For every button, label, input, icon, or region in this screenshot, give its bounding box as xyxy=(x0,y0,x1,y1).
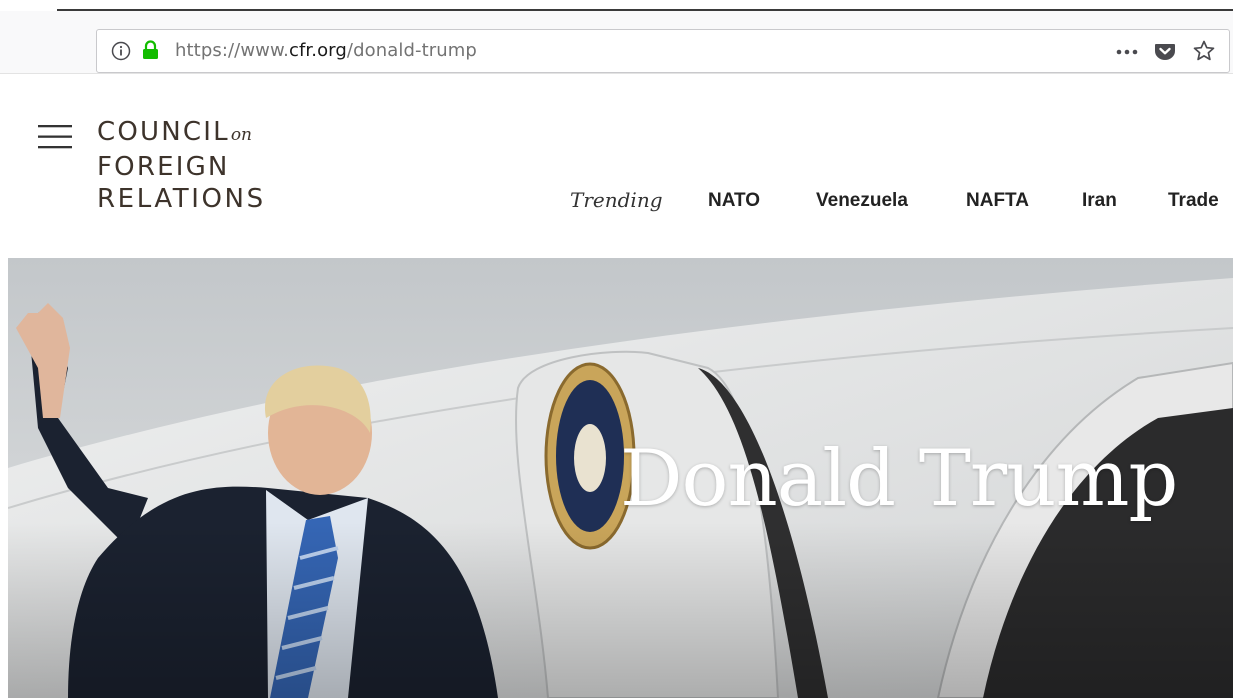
nav-link-trade[interactable]: Trade xyxy=(1168,190,1219,212)
browser-toolbar: https://www.cfr.org/donald-trump xyxy=(0,11,1233,74)
url-text[interactable]: https://www.cfr.org/donald-trump xyxy=(175,40,477,61)
hero-title: Donald Trump xyxy=(620,434,1178,524)
cfr-logo[interactable]: COUNCILon FOREIGN RELATIONS xyxy=(97,116,266,215)
address-bar[interactable]: https://www.cfr.org/donald-trump xyxy=(96,29,1230,73)
pocket-icon[interactable] xyxy=(1154,40,1176,62)
logo-line-relations: RELATIONS xyxy=(97,184,266,214)
info-icon[interactable] xyxy=(111,41,131,61)
hero-banner: Donald Trump xyxy=(8,258,1233,698)
more-icon[interactable] xyxy=(1114,42,1140,60)
lock-icon[interactable] xyxy=(142,40,159,60)
star-icon[interactable] xyxy=(1192,39,1216,63)
nav-link-nafta[interactable]: NAFTA xyxy=(966,190,1029,212)
nav-link-iran[interactable]: Iran xyxy=(1082,190,1117,212)
nav-link-venezuela[interactable]: Venezuela xyxy=(816,190,908,212)
nav-link-nato[interactable]: NATO xyxy=(708,190,760,212)
logo-line-foreign: FOREIGN xyxy=(97,152,230,182)
trending-label: Trending xyxy=(570,188,663,212)
logo-line-council: COUNCIL xyxy=(97,117,230,147)
hamburger-menu-icon[interactable] xyxy=(37,122,73,152)
logo-on: on xyxy=(230,125,252,145)
